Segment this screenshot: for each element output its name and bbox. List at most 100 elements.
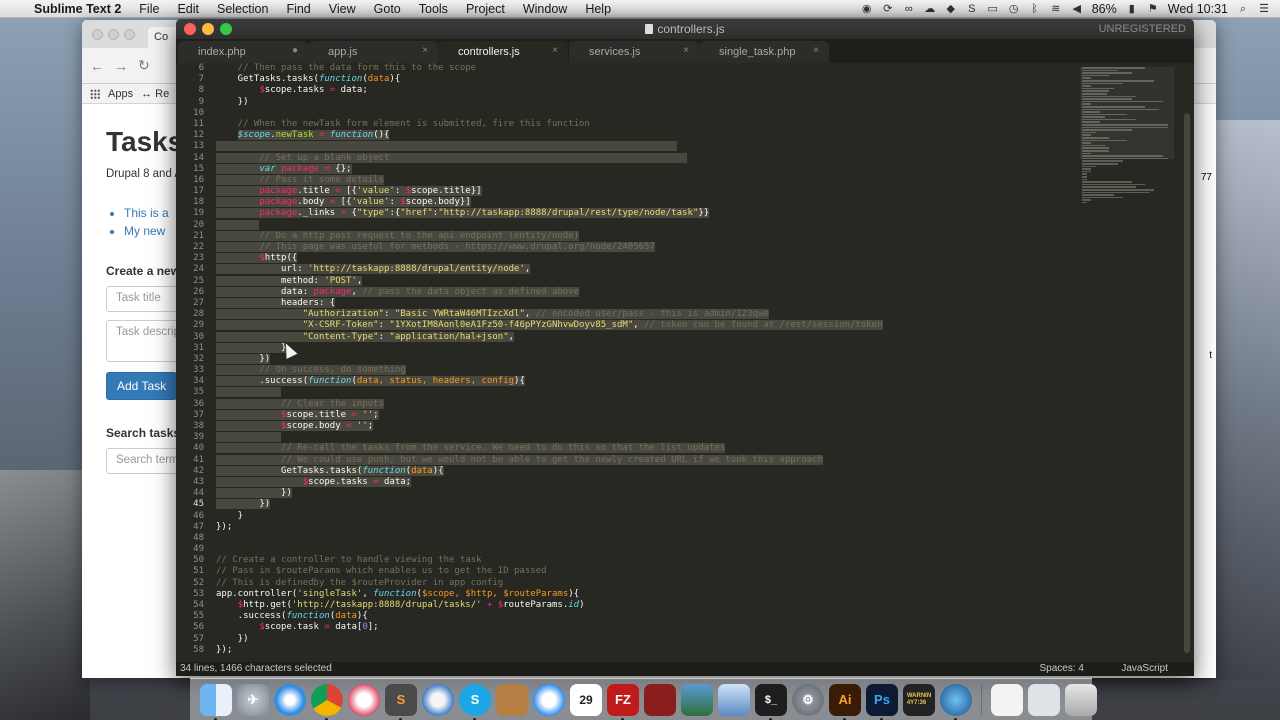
close-icon[interactable]: × — [552, 45, 558, 56]
reload-icon[interactable]: ↻ — [138, 57, 150, 74]
notes-icon[interactable] — [496, 683, 528, 716]
unregistered-label: UNREGISTERED — [1098, 23, 1186, 35]
safari-icon[interactable] — [274, 683, 306, 716]
minimap-line — [1082, 186, 1136, 188]
line-number: 7 — [198, 74, 204, 85]
sequel-icon[interactable] — [422, 683, 454, 716]
record-icon[interactable]: ◉ — [861, 3, 873, 15]
back-icon[interactable]: ← — [90, 58, 104, 74]
syntax-selector[interactable]: JavaScript — [1121, 662, 1168, 676]
volume-icon[interactable]: ◀ — [1071, 3, 1083, 15]
code-line: }) — [216, 499, 271, 510]
console-icon[interactable]: WARNIN 4Y7:36 — [903, 683, 935, 716]
menu-tools[interactable]: Tools — [410, 2, 457, 16]
tab-app-js[interactable]: app.js × — [308, 41, 438, 63]
forward-icon[interactable]: → — [114, 58, 128, 74]
close-icon[interactable]: × — [683, 45, 689, 56]
tab-single-task-php[interactable]: single_task.php × — [699, 41, 829, 63]
chrome-minimize-button[interactable] — [108, 29, 119, 40]
close-icon[interactable]: × — [422, 45, 428, 56]
clock-icon[interactable]: ◷ — [1008, 3, 1020, 15]
document-icon[interactable] — [991, 683, 1023, 716]
tab-index-php[interactable]: index.php ● — [178, 41, 308, 63]
skype-icon[interactable]: S — [459, 683, 491, 720]
filezilla-icon[interactable]: FZ — [607, 683, 639, 720]
menu-view[interactable]: View — [320, 2, 365, 16]
code-area[interactable]: // Then pass the data form this to the s… — [216, 63, 1096, 662]
code-line: $scope.tasks = data; — [216, 476, 1096, 488]
spotlight-icon[interactable]: ⌕ — [1237, 3, 1249, 15]
battery-icon[interactable]: ▮ — [1126, 3, 1138, 15]
line-number: 49 — [193, 544, 204, 555]
menu-selection[interactable]: Selection — [208, 2, 277, 16]
menu-app-name[interactable]: Sublime Text 2 — [30, 2, 130, 16]
photobooth-icon[interactable] — [644, 683, 676, 716]
minimap[interactable] — [1080, 67, 1174, 204]
menu-help[interactable]: Help — [576, 2, 620, 16]
code-line — [216, 387, 1096, 398]
sublime-window: controllers.js UNREGISTERED index.php ● a… — [176, 19, 1194, 676]
preview-icon[interactable] — [681, 683, 713, 716]
code-editor[interactable]: 6 7 8 9 10 11 12 13 14 15 16 17 18 19 20 21 22 23 24 25 26 27… — [176, 63, 1194, 662]
dropbox-icon[interactable]: ◆ — [945, 3, 957, 15]
chrome-zoom-button[interactable] — [124, 29, 135, 40]
page-edge-text: t — [1209, 350, 1212, 361]
launchpad-icon[interactable]: ✈ — [237, 683, 269, 716]
keynote-icon[interactable] — [718, 683, 750, 716]
vertical-scrollbar[interactable] — [1184, 113, 1190, 653]
flag-icon[interactable]: ⚑ — [1147, 3, 1159, 15]
mirror-icon[interactable]: ▭ — [987, 3, 999, 15]
indentation-setting[interactable]: Spaces: 4 — [1040, 662, 1084, 676]
code-line: } — [216, 342, 287, 353]
sync-icon[interactable]: ⟳ — [882, 3, 894, 15]
line-number: 31 — [193, 342, 204, 353]
close-icon[interactable]: × — [813, 45, 819, 56]
menu-window[interactable]: Window — [514, 2, 576, 16]
sublime-icon[interactable]: S — [385, 683, 417, 720]
photoshop-icon[interactable]: Ps — [866, 683, 898, 720]
finder-icon[interactable] — [200, 683, 232, 720]
minimap-line — [1082, 160, 1123, 162]
menu-goto[interactable]: Goto — [365, 2, 410, 16]
screenshot-icon[interactable] — [1028, 683, 1060, 716]
tab-services-js[interactable]: services.js × — [569, 41, 699, 63]
apps-grid-icon[interactable] — [90, 88, 100, 99]
cloud-icon[interactable]: ☁ — [924, 3, 936, 15]
messages-icon[interactable] — [533, 683, 565, 716]
line-number: 12 — [193, 130, 204, 141]
zoom-button[interactable] — [220, 23, 232, 35]
creative-cloud-icon[interactable]: ∞ — [903, 3, 915, 15]
notification-center-icon[interactable]: ☰ — [1258, 3, 1270, 15]
menu-edit[interactable]: Edit — [168, 2, 208, 16]
close-button[interactable] — [184, 23, 196, 35]
battery-percent[interactable]: 86% — [1092, 2, 1117, 16]
bookmark-other[interactable]: ↔ Re — [141, 88, 169, 100]
bookmark-apps[interactable]: Apps — [108, 88, 133, 100]
minimap-viewport[interactable] — [1080, 67, 1174, 159]
terminal-icon[interactable]: $_ — [755, 683, 787, 720]
chrome-close-button[interactable] — [92, 29, 103, 40]
tab-controllers-js[interactable]: controllers.js × — [438, 41, 568, 63]
minimize-button[interactable] — [202, 23, 214, 35]
quicktime-icon[interactable] — [940, 683, 972, 720]
clock-text[interactable]: Wed 10:31 — [1168, 2, 1228, 16]
chrome-icon[interactable] — [311, 683, 343, 720]
wifi-icon[interactable]: ≋ — [1050, 3, 1062, 15]
illustrator-icon[interactable]: Ai — [829, 683, 861, 720]
menu-find[interactable]: Find — [277, 2, 319, 16]
itunes-icon[interactable] — [348, 683, 380, 716]
code-line: GetTasks.tasks(function(data){ — [216, 465, 444, 476]
menu-project[interactable]: Project — [457, 2, 514, 16]
settings-icon[interactable]: ⚙ — [792, 683, 824, 716]
code-line: $scope.task = data[0]; — [259, 622, 379, 633]
calendar-icon[interactable]: 29 — [570, 683, 602, 716]
skype-status-icon[interactable]: S — [966, 3, 978, 15]
line-number: 11 — [193, 118, 204, 129]
code-line: // Then pass the data form this to the s… — [216, 63, 477, 73]
bluetooth-icon[interactable]: ᛒ — [1029, 3, 1041, 15]
add-task-button[interactable]: Add Task — [106, 372, 178, 400]
trash-icon[interactable] — [1065, 683, 1097, 716]
menu-file[interactable]: File — [130, 2, 168, 16]
unsaved-dot-icon[interactable]: ● — [292, 45, 298, 56]
code-line: "Authorization": "Basic YWRtaW46MTIzcXdl… — [216, 309, 1096, 320]
